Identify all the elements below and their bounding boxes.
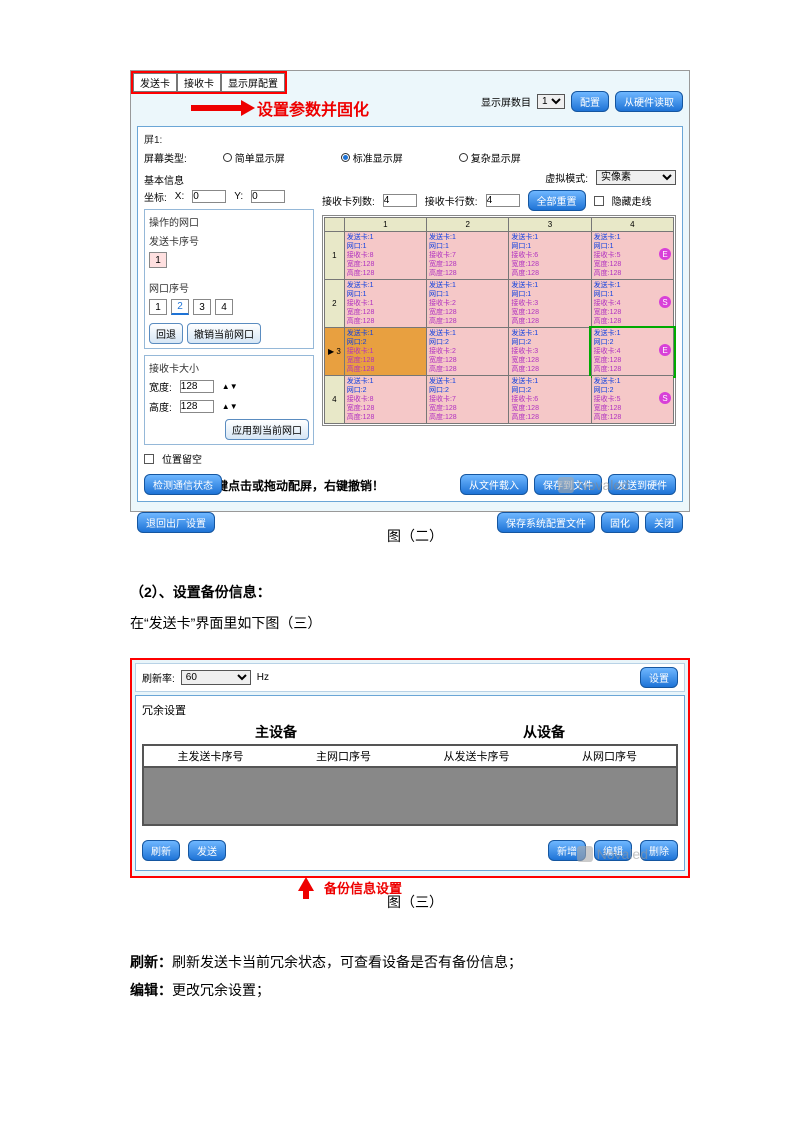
annotation-arrow: 设置参数并固化 (191, 96, 369, 120)
grid-cell[interactable]: 发送卡:1网口:1接收卡:4宽度:128高度:128S (591, 280, 673, 328)
hide-lines-checkbox[interactable] (594, 196, 604, 206)
basic-info-label: 基本信息 (144, 172, 314, 187)
tab-screen-config[interactable]: 显示屏配置 (221, 73, 285, 92)
grid-cell[interactable]: 发送卡:1网口:2接收卡:7宽度:128高度:128 (427, 376, 509, 424)
section-heading: （2）、设置备份信息： (130, 582, 700, 602)
col-main-port: 主网口序号 (277, 746, 410, 766)
send-button[interactable]: 发送 (188, 840, 226, 861)
watermark: Novaled (577, 846, 648, 862)
config-button[interactable]: 配置 (571, 91, 609, 112)
screen-label: 屏1: (144, 131, 676, 146)
grid-cell[interactable]: 发送卡:1网口:2接收卡:1宽度:128高度:128 (344, 328, 426, 376)
port-4[interactable]: 4 (215, 299, 233, 315)
radio-simple[interactable]: 简单显示屏 (223, 150, 285, 165)
radio-standard[interactable]: 标准显示屏 (341, 150, 403, 165)
screenshot-figure-1: 发送卡 接收卡 显示屏配置 设置参数并固化 显示屏数目 1 配置 从硬件读取 屏… (130, 70, 690, 512)
op-port-group: 操作的网口 发送卡序号 1 网口序号 1 2 3 4 回退 撤销当前网口 (144, 209, 314, 349)
grid-cell[interactable]: 发送卡:1网口:1接收卡:2宽度:128高度:128 (427, 280, 509, 328)
grid-cell[interactable]: 发送卡:1网口:1接收卡:7宽度:128高度:128 (427, 232, 509, 280)
apply-port-button[interactable]: 应用到当前网口 (225, 419, 309, 440)
virtual-select[interactable]: 实像素 (596, 170, 676, 185)
main-device-label: 主设备 (255, 722, 297, 742)
grid-cell[interactable]: 发送卡:1网口:1接收卡:3宽度:128高度:128 (509, 280, 591, 328)
pos-empty-checkbox[interactable] (144, 454, 154, 464)
section-text: 在“发送卡”界面里如下图（三） (130, 612, 700, 636)
col-slave-send: 从发送卡序号 (410, 746, 543, 766)
cols-input[interactable] (383, 194, 417, 207)
factory-reset-button[interactable]: 退回出厂设置 (137, 512, 215, 533)
grid-cell[interactable]: 发送卡:1网口:2接收卡:4宽度:128高度:128E (591, 328, 673, 376)
back-button[interactable]: 回退 (149, 323, 183, 344)
virtual-label: 虚拟模式: (545, 170, 588, 185)
redundancy-title: 冗余设置 (142, 702, 678, 718)
close-button[interactable]: 关闭 (645, 512, 683, 533)
grid-cell[interactable]: 发送卡:1网口:2接收卡:8宽度:128高度:128 (344, 376, 426, 424)
solidify-button[interactable]: 固化 (601, 512, 639, 533)
grid-cell[interactable]: 发送卡:1网口:1接收卡:1宽度:128高度:128 (344, 280, 426, 328)
screen-type-label: 屏幕类型: (144, 150, 187, 165)
clear-port-button[interactable]: 撤销当前网口 (187, 323, 261, 344)
radio-complex[interactable]: 复杂显示屏 (459, 150, 521, 165)
y-input[interactable] (251, 190, 285, 203)
grid-cell[interactable]: 发送卡:1网口:2接收卡:5宽度:128高度:128S (591, 376, 673, 424)
desc-edit: 编辑：更改冗余设置； (130, 976, 700, 1004)
width-input[interactable] (180, 380, 214, 393)
check-comm-button[interactable]: 检测通信状态 (144, 474, 222, 495)
screen-count-select[interactable]: 1 (537, 94, 565, 109)
redundancy-table: 主发送卡序号 主网口序号 从发送卡序号 从网口序号 (142, 744, 678, 826)
send-card-num[interactable]: 1 (149, 252, 167, 268)
main-panel: 屏1: 屏幕类型: 简单显示屏 标准显示屏 复杂显示屏 基本信息 坐标: X: … (137, 126, 683, 502)
save-sys-button[interactable]: 保存系统配置文件 (497, 512, 595, 533)
port-2[interactable]: 2 (171, 299, 189, 315)
port-1[interactable]: 1 (149, 299, 167, 315)
wechat-icon (577, 846, 593, 862)
watermark: Novaled (558, 477, 629, 493)
wechat-icon (558, 477, 574, 493)
screenshot-figure-2: 刷新率: 60 Hz 设置 冗余设置 主设备 从设备 主发送卡序号 主网口序号 … (130, 658, 690, 878)
grid-cell[interactable]: 发送卡:1网口:1接收卡:6宽度:128高度:128 (509, 232, 591, 280)
height-input[interactable] (180, 400, 214, 413)
tab-send-card[interactable]: 发送卡 (133, 73, 177, 92)
coord-label: 坐标: (144, 189, 167, 204)
port-3[interactable]: 3 (193, 299, 211, 315)
slave-device-label: 从设备 (523, 722, 565, 742)
rows-input[interactable] (486, 194, 520, 207)
load-file-button[interactable]: 从文件载入 (460, 474, 528, 495)
recv-card-grid[interactable]: 1234 1 发送卡:1网口:1接收卡:8宽度:128高度:128 发送卡:1网… (322, 215, 676, 426)
reset-all-button[interactable]: 全部重置 (528, 190, 586, 211)
recv-size-group: 接收卡大小 宽度:▲▼ 高度:▲▼ 应用到当前网口 (144, 355, 314, 445)
set-button[interactable]: 设置 (640, 667, 678, 688)
tab-recv-card[interactable]: 接收卡 (177, 73, 221, 92)
x-input[interactable] (192, 190, 226, 203)
refresh-button[interactable]: 刷新 (142, 840, 180, 861)
tabs-highlight: 发送卡 接收卡 显示屏配置 (131, 71, 287, 94)
grid-cell[interactable]: 发送卡:1网口:1接收卡:5宽度:128高度:128E (591, 232, 673, 280)
screen-count-label: 显示屏数目 (481, 94, 531, 109)
desc-refresh: 刷新：刷新发送卡当前冗余状态，可查看设备是否有备份信息； (130, 948, 700, 976)
annotation-arrow-2: 备份信息设置 (135, 877, 685, 899)
table-body-empty[interactable] (144, 768, 676, 824)
annotation-text-2: 备份信息设置 (324, 878, 402, 897)
grid-cell[interactable]: 发送卡:1网口:1接收卡:8宽度:128高度:128 (344, 232, 426, 280)
grid-cell[interactable]: 发送卡:1网口:2接收卡:6宽度:128高度:128 (509, 376, 591, 424)
col-slave-port: 从网口序号 (543, 746, 676, 766)
col-main-send: 主发送卡序号 (144, 746, 277, 766)
grid-cell[interactable]: 发送卡:1网口:2接收卡:3宽度:128高度:128 (509, 328, 591, 376)
refresh-rate-label: 刷新率: (142, 670, 175, 685)
grid-cell[interactable]: 发送卡:1网口:2接收卡:2宽度:128高度:128 (427, 328, 509, 376)
annotation-text: 设置参数并固化 (257, 96, 369, 120)
refresh-rate-select[interactable]: 60 (181, 670, 251, 685)
read-hw-button[interactable]: 从硬件读取 (615, 91, 683, 112)
